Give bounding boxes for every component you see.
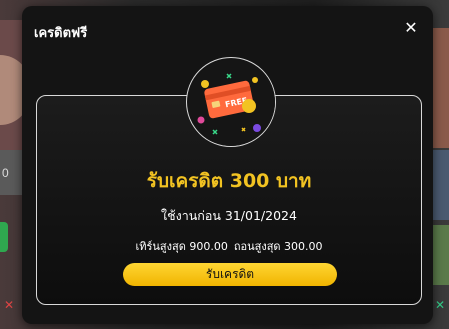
credit-card-icon: FREE [188, 59, 275, 146]
credit-amount-heading: รับเครดิต 300 บาท [146, 170, 312, 192]
close-icon[interactable]: ✕ [403, 20, 419, 36]
background-close-icon: ✕ [4, 298, 15, 312]
expiry-text: ใช้งานก่อน 31/01/2024 [161, 208, 297, 223]
claim-credit-button[interactable]: รับเครดิต [123, 263, 337, 286]
max-withdraw-text: ถอนสูงสุด 300.00 [233, 240, 323, 253]
background-digit: 0 [2, 166, 9, 180]
credit-card-badge: FREE [186, 57, 276, 147]
modal-title: เครดิตฟรี [34, 26, 88, 41]
background-close-icon: ✕ [434, 298, 445, 312]
background-green-button [0, 222, 8, 252]
free-credit-modal: เครดิตฟรี ✕ รับเครดิต 300 บาท ใช้งานก่อน… [22, 6, 433, 324]
limits-text: เทิร์นสูงสุด 900.00 ถอนสูงสุด 300.00 [37, 237, 421, 255]
max-turnover-text: เทิร์นสูงสุด 900.00 [135, 240, 228, 253]
